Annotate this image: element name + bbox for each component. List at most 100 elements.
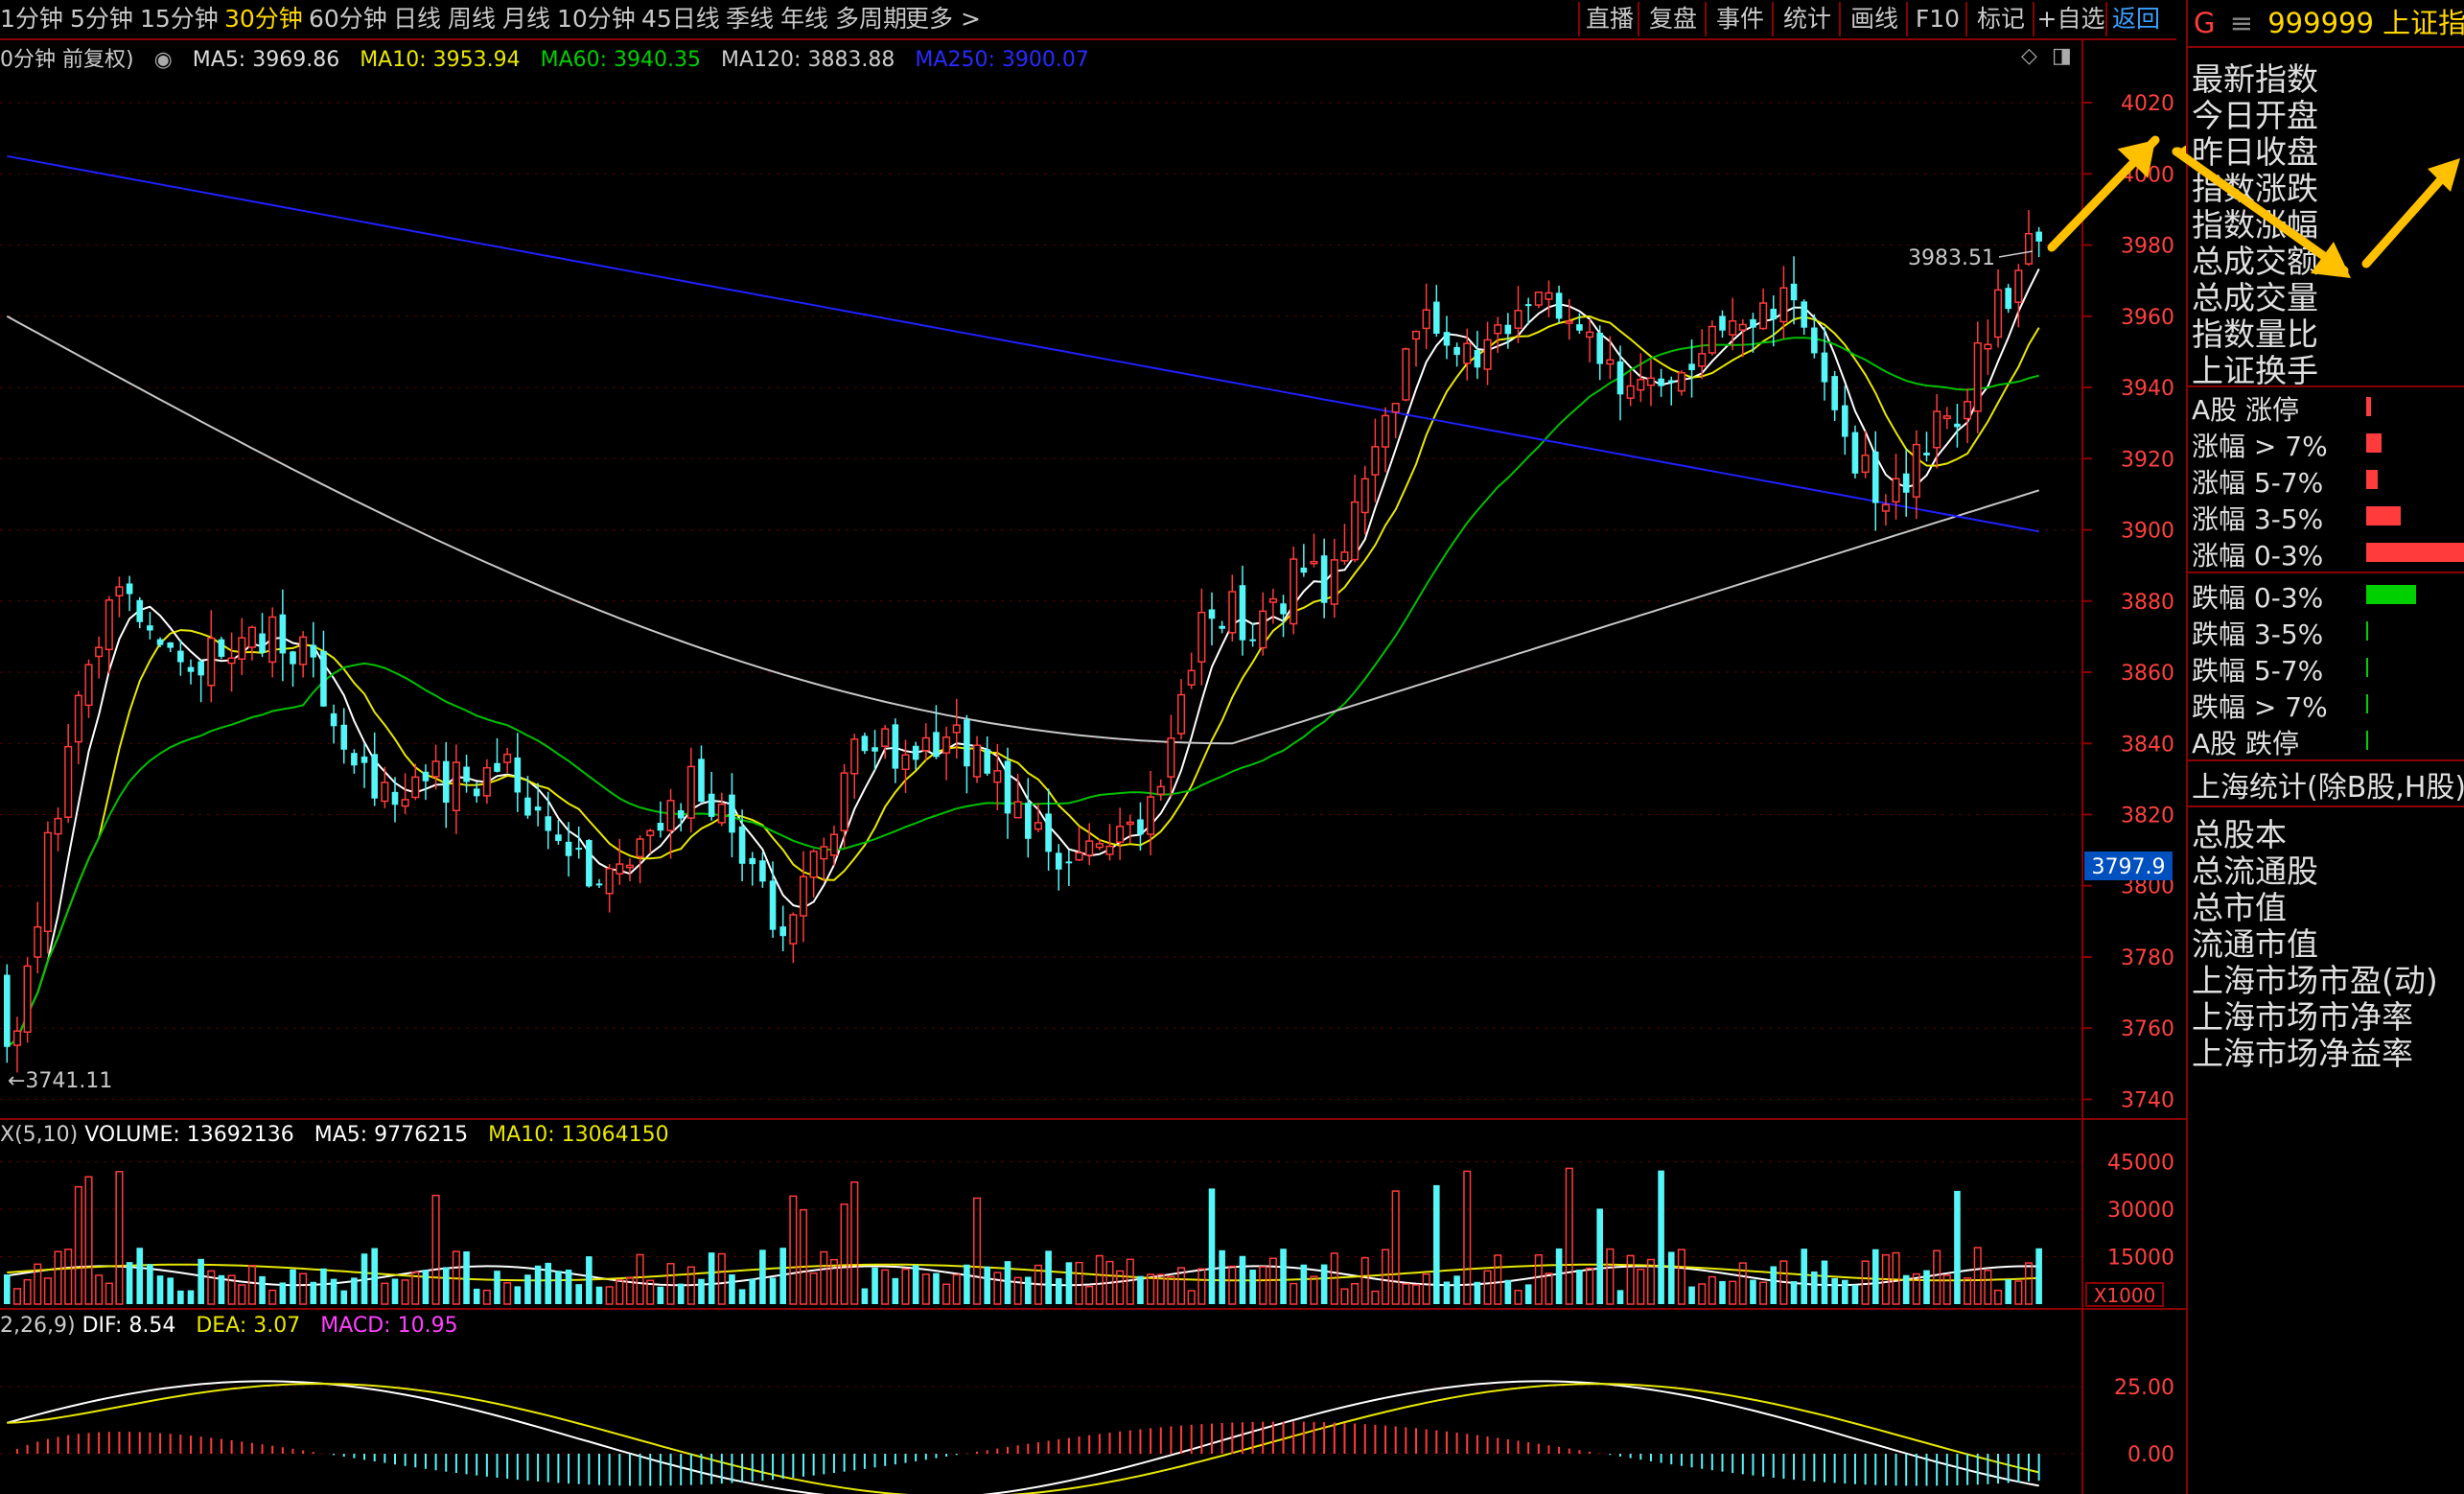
candle-body xyxy=(442,760,450,804)
volume-bar xyxy=(1382,1249,1390,1305)
volume-bar xyxy=(494,1271,500,1304)
volume-bar xyxy=(575,1284,583,1304)
period-tab-13[interactable]: 更多 > xyxy=(905,4,981,35)
period-tab-7[interactable]: 月线 xyxy=(502,4,550,35)
candle-body xyxy=(1759,302,1768,330)
distribution-label-6: 跌幅 3-5% xyxy=(2192,619,2324,650)
candle-body xyxy=(1095,843,1104,849)
volume-bar xyxy=(1290,1282,1298,1305)
volume-tick-label: 45000 xyxy=(2107,1152,2174,1176)
volume-bar xyxy=(95,1274,104,1305)
volume-bar xyxy=(1964,1277,1972,1305)
period-tab-2[interactable]: 15分钟 xyxy=(140,4,219,35)
candle-body xyxy=(769,880,777,930)
volume-bar xyxy=(299,1272,308,1305)
volume-bar xyxy=(881,1269,890,1305)
candle-body xyxy=(1881,503,1890,512)
price-tick-label: 3920 xyxy=(2121,448,2174,472)
volume-bar xyxy=(105,1282,113,1305)
volume-bar xyxy=(218,1274,225,1304)
volume-bar xyxy=(1658,1170,1664,1304)
volume-bar xyxy=(1576,1270,1583,1304)
diamond-icon[interactable]: ◇ xyxy=(2021,44,2037,68)
volume-bar xyxy=(259,1275,266,1304)
volume-bar xyxy=(1831,1277,1838,1304)
volume-bar xyxy=(351,1277,358,1304)
volume-bar xyxy=(809,1272,818,1305)
candle-body xyxy=(177,650,184,663)
period-tab-8[interactable]: 10分钟 xyxy=(557,4,636,35)
volume-bar xyxy=(993,1272,1002,1305)
ma60-label: MA60: 3940.35 xyxy=(540,48,702,72)
period-tab-9[interactable]: 45日线 xyxy=(641,4,720,35)
candle-body xyxy=(1228,591,1237,634)
menu-icon[interactable]: ≡ xyxy=(2230,7,2253,39)
volume-bar xyxy=(1208,1188,1216,1304)
candle-body xyxy=(247,626,256,648)
settings-icon[interactable]: ◉ xyxy=(154,48,173,72)
toolbar-button-2[interactable]: 事件 xyxy=(1705,2,1774,36)
volume-bar xyxy=(473,1288,480,1304)
volume-bar xyxy=(320,1268,327,1304)
low-price-annotation: ←3741.11 xyxy=(8,1069,112,1093)
candle-body xyxy=(1463,342,1472,364)
candle-body xyxy=(1013,801,1022,819)
candle-body xyxy=(1729,319,1737,336)
candle-body xyxy=(1555,292,1563,319)
candle-body xyxy=(1851,432,1859,474)
macd-tick-label: 25.00 xyxy=(2114,1376,2174,1400)
toolbar-button-4[interactable]: 画线 xyxy=(1839,2,1908,36)
volume-bar xyxy=(565,1269,572,1304)
toolbar-button-7[interactable]: +自选 xyxy=(2033,2,2107,36)
distribution-label-7: 跌幅 5-7% xyxy=(2192,655,2324,687)
candle-body xyxy=(1433,301,1440,334)
price-tick-label: 3740 xyxy=(2121,1088,2174,1112)
period-tab-11[interactable]: 年线 xyxy=(780,4,828,35)
toolbar-button-6[interactable]: 标记 xyxy=(1965,2,2034,36)
candle-body xyxy=(575,848,583,851)
volume-bar xyxy=(984,1266,991,1304)
candle-body xyxy=(1219,625,1225,629)
period-tab-3[interactable]: 30分钟 xyxy=(224,4,303,35)
period-tab-0[interactable]: 1分钟 xyxy=(0,4,63,35)
volume-bar xyxy=(177,1290,184,1304)
toolbar-button-5[interactable]: F10 xyxy=(1906,2,1967,36)
candle-body xyxy=(1259,610,1267,649)
candle-body xyxy=(545,816,552,831)
volume-bar xyxy=(1474,1281,1481,1304)
period-tab-5[interactable]: 日线 xyxy=(393,4,441,35)
volume-bar xyxy=(789,1195,798,1305)
toolbar-button-0[interactable]: 直播 xyxy=(1578,2,1639,36)
candle-body xyxy=(1801,301,1808,328)
stats-header: 上海统计(除B股,H股) xyxy=(2192,771,2464,805)
volume-bar xyxy=(1565,1167,1573,1305)
candle-body xyxy=(360,756,368,763)
candle-body xyxy=(1616,361,1624,395)
volume-bar xyxy=(391,1278,399,1304)
macd-dif: DIF: 8.54 xyxy=(81,1314,176,1338)
candle-body xyxy=(1902,473,1910,493)
period-tab-6[interactable]: 周线 xyxy=(448,4,496,35)
volume-bar xyxy=(1719,1280,1726,1304)
toolbar-button-3[interactable]: 统计 xyxy=(1772,2,1841,36)
candle-body xyxy=(1453,346,1460,356)
macd-dea: DEA: 3.07 xyxy=(196,1314,301,1338)
period-tab-12[interactable]: 多周期 xyxy=(835,4,907,35)
period-tab-1[interactable]: 5分钟 xyxy=(70,4,133,35)
volume-bar xyxy=(1411,1284,1421,1305)
candle-body xyxy=(1320,555,1328,603)
candle-body xyxy=(1811,327,1818,354)
price-tick-label: 3880 xyxy=(2121,591,2174,615)
toolbar-button-8[interactable]: 返回 xyxy=(2105,2,2165,36)
candle-body xyxy=(1187,669,1196,686)
period-tab-10[interactable]: 季线 xyxy=(726,4,774,35)
volume-bar xyxy=(1494,1254,1502,1305)
toolbar-button-1[interactable]: 复盘 xyxy=(1638,2,1707,36)
volume-bar xyxy=(1984,1270,1992,1305)
volume-bar xyxy=(759,1249,766,1304)
period-tab-4[interactable]: 60分钟 xyxy=(309,4,387,35)
layout-toggle-icon[interactable]: ◨ xyxy=(2052,44,2072,68)
kline-chart[interactable]: 4020400039803960394039203900388038603840… xyxy=(0,0,2186,1494)
g-badge: G xyxy=(2194,7,2216,39)
candle-body xyxy=(1075,852,1083,861)
